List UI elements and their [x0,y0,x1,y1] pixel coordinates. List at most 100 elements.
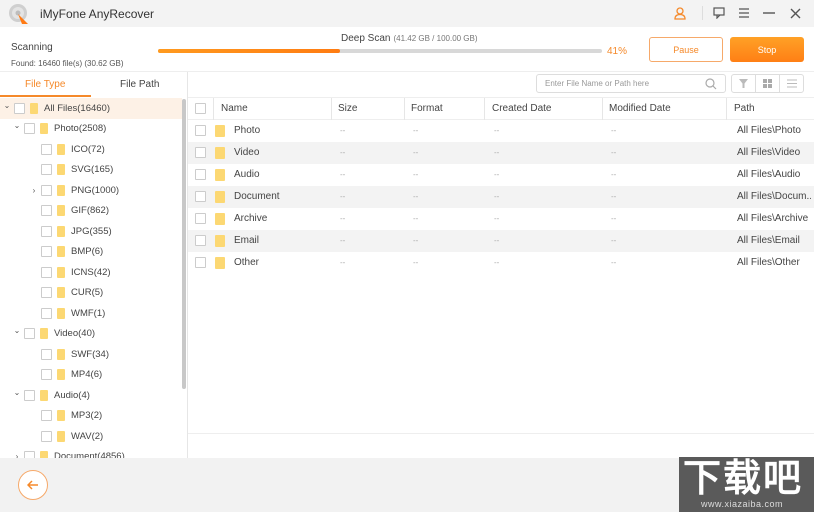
scan-mode-detail: (41.42 GB / 100.00 GB) [393,34,478,43]
chevron-down-icon[interactable]: ⌄ [12,326,22,335]
tree-item-checkbox[interactable] [24,389,35,401]
chevron-down-icon[interactable]: ⌄ [2,101,12,110]
tree-item-checkbox[interactable] [24,451,35,458]
select-all-checkbox[interactable] [195,103,206,114]
file-type-tree: ⌄ All Files(16460) ⌄ Photo(2508) ICO(72) SVG(… [0,98,182,458]
row-checkbox[interactable] [195,213,206,224]
tree-item-label: SWF(34) [71,348,109,360]
row-checkbox[interactable] [195,125,206,136]
tree-item[interactable]: CUR(5) [0,283,182,304]
filter-button[interactable] [732,75,756,92]
list-view-icon [786,79,797,88]
cell-path: All Files\Email [737,235,800,246]
feedback-icon[interactable] [710,4,728,22]
tab-file-type[interactable]: File Type [25,79,65,90]
tree-item[interactable]: › Document(4856) [0,447,182,458]
tree-item[interactable]: WAV(2) [0,426,182,447]
cell-name: Photo [234,125,261,136]
tree-item-checkbox[interactable] [41,164,52,176]
tree-item-checkbox[interactable] [24,328,35,340]
tree-item-checkbox[interactable] [41,348,52,360]
tree-scrollbar[interactable] [182,99,186,389]
folder-icon [57,246,65,258]
cell-path: All Files\Photo [737,125,801,136]
tree-item-checkbox[interactable] [14,102,25,114]
row-checkbox[interactable] [195,235,206,246]
filter-icon [739,79,748,88]
tree-item[interactable]: WMF(1) [0,303,182,324]
tree-item[interactable]: ICO(72) [0,139,182,160]
tree-item-checkbox[interactable] [41,369,52,381]
chevron-right-icon[interactable]: › [29,186,39,195]
tree-item[interactable]: ⌄ All Files(16460) [0,98,182,119]
table-row[interactable]: Other -- -- -- -- All Files\Other [188,252,814,274]
column-name[interactable]: Name [221,103,248,114]
scan-found-count: Found: 16460 file(s) (30.62 GB) [11,59,124,68]
cell-path: All Files\Other [737,257,800,268]
tree-item-checkbox[interactable] [41,205,52,217]
tree-item[interactable]: ⌄ Audio(4) [0,385,182,406]
menu-icon[interactable] [735,4,753,22]
tab-file-path[interactable]: File Path [120,79,159,90]
tree-item[interactable]: ⌄ Photo(2508) [0,119,182,140]
cell-name: Email [234,235,260,246]
folder-icon [57,164,65,176]
tree-item-checkbox[interactable] [41,246,52,258]
pause-button[interactable]: Pause [649,37,723,62]
tree-item-checkbox[interactable] [41,410,52,422]
tree-item[interactable]: BMP(6) [0,242,182,263]
chevron-down-icon[interactable]: ⌄ [12,388,22,397]
grid-view-button[interactable] [756,75,780,92]
tree-item[interactable]: MP4(6) [0,365,182,386]
list-view-button[interactable] [780,75,803,92]
app-title: iMyFone AnyRecover [40,7,155,21]
table-row[interactable]: Audio -- -- -- -- All Files\Audio [188,164,814,186]
tree-item[interactable]: SWF(34) [0,344,182,365]
column-created-date[interactable]: Created Date [492,103,551,114]
tree-item-checkbox[interactable] [41,266,52,278]
minimize-icon[interactable] [760,4,778,22]
row-checkbox[interactable] [195,169,206,180]
tree-item-checkbox[interactable] [41,184,52,196]
user-icon[interactable] [671,4,689,22]
tree-item[interactable]: › PNG(1000) [0,180,182,201]
column-modified-date[interactable]: Modified Date [609,103,671,114]
tree-item[interactable]: ICNS(42) [0,262,182,283]
column-separator [404,98,405,120]
tree-item[interactable]: MP3(2) [0,406,182,427]
tree-item-checkbox[interactable] [41,225,52,237]
tree-item-checkbox[interactable] [24,123,35,135]
row-checkbox[interactable] [195,147,206,158]
search-input[interactable] [537,75,697,92]
table-row[interactable]: Archive -- -- -- -- All Files\Archive [188,208,814,230]
close-icon[interactable] [786,4,804,22]
tree-item-checkbox[interactable] [41,287,52,299]
cell-created: -- [494,258,500,267]
search-icon[interactable] [705,78,717,90]
folder-icon [57,348,65,360]
tree-item-checkbox[interactable] [41,430,52,442]
folder-icon [57,369,65,381]
scan-mode: Deep Scan [341,33,391,44]
tree-item-checkbox[interactable] [41,143,52,155]
tree-item[interactable]: GIF(862) [0,201,182,222]
tree-item[interactable]: SVG(165) [0,160,182,181]
table-row[interactable]: Video -- -- -- -- All Files\Video [188,142,814,164]
column-format[interactable]: Format [411,103,443,114]
chevron-down-icon[interactable]: ⌄ [12,121,22,130]
tree-item-label: ICNS(42) [71,266,111,278]
stop-button[interactable]: Stop [730,37,804,62]
row-checkbox[interactable] [195,257,206,268]
tree-item[interactable]: JPG(355) [0,221,182,242]
cell-size: -- [340,214,346,223]
column-path[interactable]: Path [734,103,755,114]
table-row[interactable]: Document -- -- -- -- All Files\Docum... [188,186,814,208]
back-button[interactable] [18,470,48,500]
column-size[interactable]: Size [338,103,357,114]
tree-item-checkbox[interactable] [41,307,52,319]
table-row[interactable]: Photo -- -- -- -- All Files\Photo [188,120,814,142]
tree-item[interactable]: ⌄ Video(40) [0,324,182,345]
cell-name: Video [234,147,260,158]
table-row[interactable]: Email -- -- -- -- All Files\Email [188,230,814,252]
row-checkbox[interactable] [195,191,206,202]
